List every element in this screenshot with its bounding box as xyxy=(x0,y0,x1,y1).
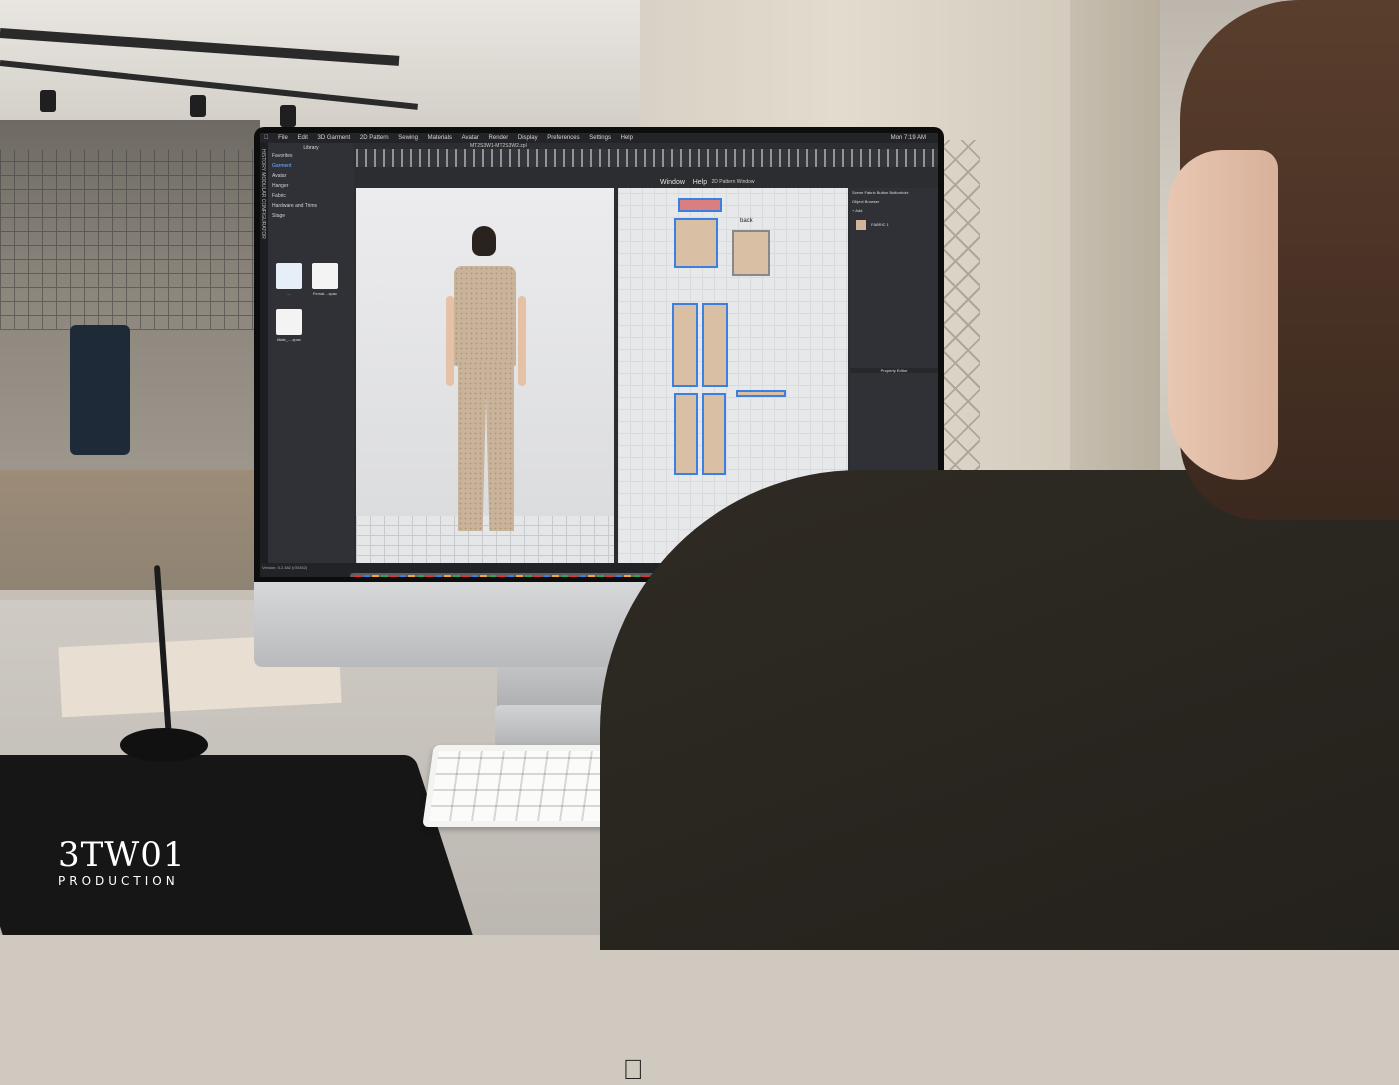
history-tab-label[interactable]: HISTORY MODULAR CONFIGURATOR xyxy=(260,149,266,239)
hanging-garment xyxy=(70,325,130,455)
menubar-clock: Mon 7:19 AM xyxy=(890,135,926,141)
pattern-piece-front[interactable] xyxy=(674,218,718,268)
spotlight xyxy=(190,95,206,117)
pattern-piece-pants-back-right[interactable] xyxy=(702,393,726,475)
garment-pants[interactable] xyxy=(458,361,514,531)
thumb-label: Femal....zpac xyxy=(312,291,337,296)
background-table xyxy=(0,470,280,590)
pattern-piece-pants-front-left[interactable] xyxy=(672,303,698,387)
library-thumb[interactable]: ... xyxy=(276,263,302,299)
library-item-avatar[interactable]: Avatar xyxy=(268,171,354,181)
thumb-label: Male_....zpac xyxy=(277,337,301,342)
menu-avatar[interactable]: Avatar xyxy=(462,135,479,141)
version-label: Version: 5.2.382 (r30352) xyxy=(262,565,308,570)
tool-bar[interactable] xyxy=(356,149,938,167)
menu-3d-garment[interactable]: 3D Garment xyxy=(318,135,351,141)
mesh-shelving xyxy=(0,150,255,330)
library-item-garment[interactable]: Garment xyxy=(268,161,354,171)
person-body xyxy=(600,470,1399,950)
menu-edit[interactable]: Edit xyxy=(298,135,308,141)
3d-garment-window[interactable] xyxy=(356,188,614,566)
library-thumbnails: ... Femal....zpac Male_....zpac xyxy=(276,263,356,383)
library-thumb[interactable]: Male_....zpac xyxy=(276,309,302,345)
fabric-swatch xyxy=(856,220,866,230)
garment-shirt[interactable] xyxy=(454,266,516,366)
object-browser-tabs: Scene Fabric Button Buttonhole xyxy=(850,188,938,197)
back-label: back xyxy=(740,218,753,224)
pattern-piece-pants-back-left[interactable] xyxy=(674,393,698,475)
library-panel: Library Favorites Garment Avatar Hanger … xyxy=(268,143,354,563)
person-face xyxy=(1168,150,1278,480)
avatar-head xyxy=(472,226,496,256)
avatar-arm xyxy=(446,296,454,386)
folder-icon xyxy=(276,263,302,289)
menu-help[interactable]: Help xyxy=(621,135,633,141)
library-item-stage[interactable]: Stage xyxy=(268,211,354,221)
brand-logo: 3TW01 xyxy=(58,835,186,875)
library-item-favorites[interactable]: Favorites xyxy=(268,151,354,161)
object-browser-title: Object Browser xyxy=(852,199,880,204)
menu-settings[interactable]: Settings xyxy=(589,135,611,141)
thumb-label: ... xyxy=(287,291,291,296)
menu-bar:  File Edit 3D Garment 2D Pattern Sewing… xyxy=(260,133,938,143)
menu-display[interactable]: Display xyxy=(518,135,538,141)
brand-subtitle: PRODUCTION xyxy=(58,874,179,888)
library-item-hardware-trims[interactable]: Hardware and Trims xyxy=(268,201,354,211)
add-fabric-button[interactable]: + Add xyxy=(850,206,938,215)
spotlight xyxy=(280,105,296,127)
shirt-icon xyxy=(312,263,338,289)
fabric-list-item[interactable]: FABRIC 1 xyxy=(856,220,889,230)
pen-stand xyxy=(120,728,208,762)
pattern-piece-back[interactable] xyxy=(732,230,770,276)
apple-menu-icon[interactable]:  xyxy=(264,135,269,141)
spotlight xyxy=(40,90,56,112)
brand-watermark: 3TW01 PRODUCTION xyxy=(58,838,186,888)
shirt-icon xyxy=(276,309,302,335)
avatar-arm xyxy=(518,296,526,386)
tab-scene[interactable]: Scene xyxy=(852,190,863,195)
library-item-fabric[interactable]: Fabric xyxy=(268,191,354,201)
menu-2d-pattern[interactable]: 2D Pattern xyxy=(360,135,389,141)
apple-logo-icon:  xyxy=(621,1056,645,1084)
tab-buttonhole[interactable]: Buttonhole xyxy=(889,190,908,195)
library-item-hanger[interactable]: Hanger xyxy=(268,181,354,191)
menu-preferences[interactable]: Preferences xyxy=(547,135,579,141)
pattern-piece-pants-front-right[interactable] xyxy=(702,303,728,387)
pattern-piece-collar[interactable] xyxy=(678,198,722,212)
avatar-model[interactable] xyxy=(446,226,526,531)
menu-materials[interactable]: Materials xyxy=(428,135,452,141)
tab-button[interactable]: Button xyxy=(877,190,889,195)
menu-file[interactable]: File xyxy=(278,135,288,141)
menu-sewing[interactable]: Sewing xyxy=(398,135,418,141)
library-thumb[interactable]: Femal....zpac xyxy=(312,263,338,299)
library-title: Library xyxy=(303,145,319,151)
fabric-name: FABRIC 1 xyxy=(871,222,889,228)
menu-render[interactable]: Render xyxy=(489,135,509,141)
history-sidebar: HISTORY MODULAR CONFIGURATOR xyxy=(260,143,268,563)
pattern-window-title: 2D Pattern Window xyxy=(711,179,755,185)
property-editor-title: Property Editor xyxy=(850,368,938,373)
tab-fabric[interactable]: Fabric xyxy=(864,190,875,195)
pattern-piece-waistband[interactable] xyxy=(736,390,786,397)
